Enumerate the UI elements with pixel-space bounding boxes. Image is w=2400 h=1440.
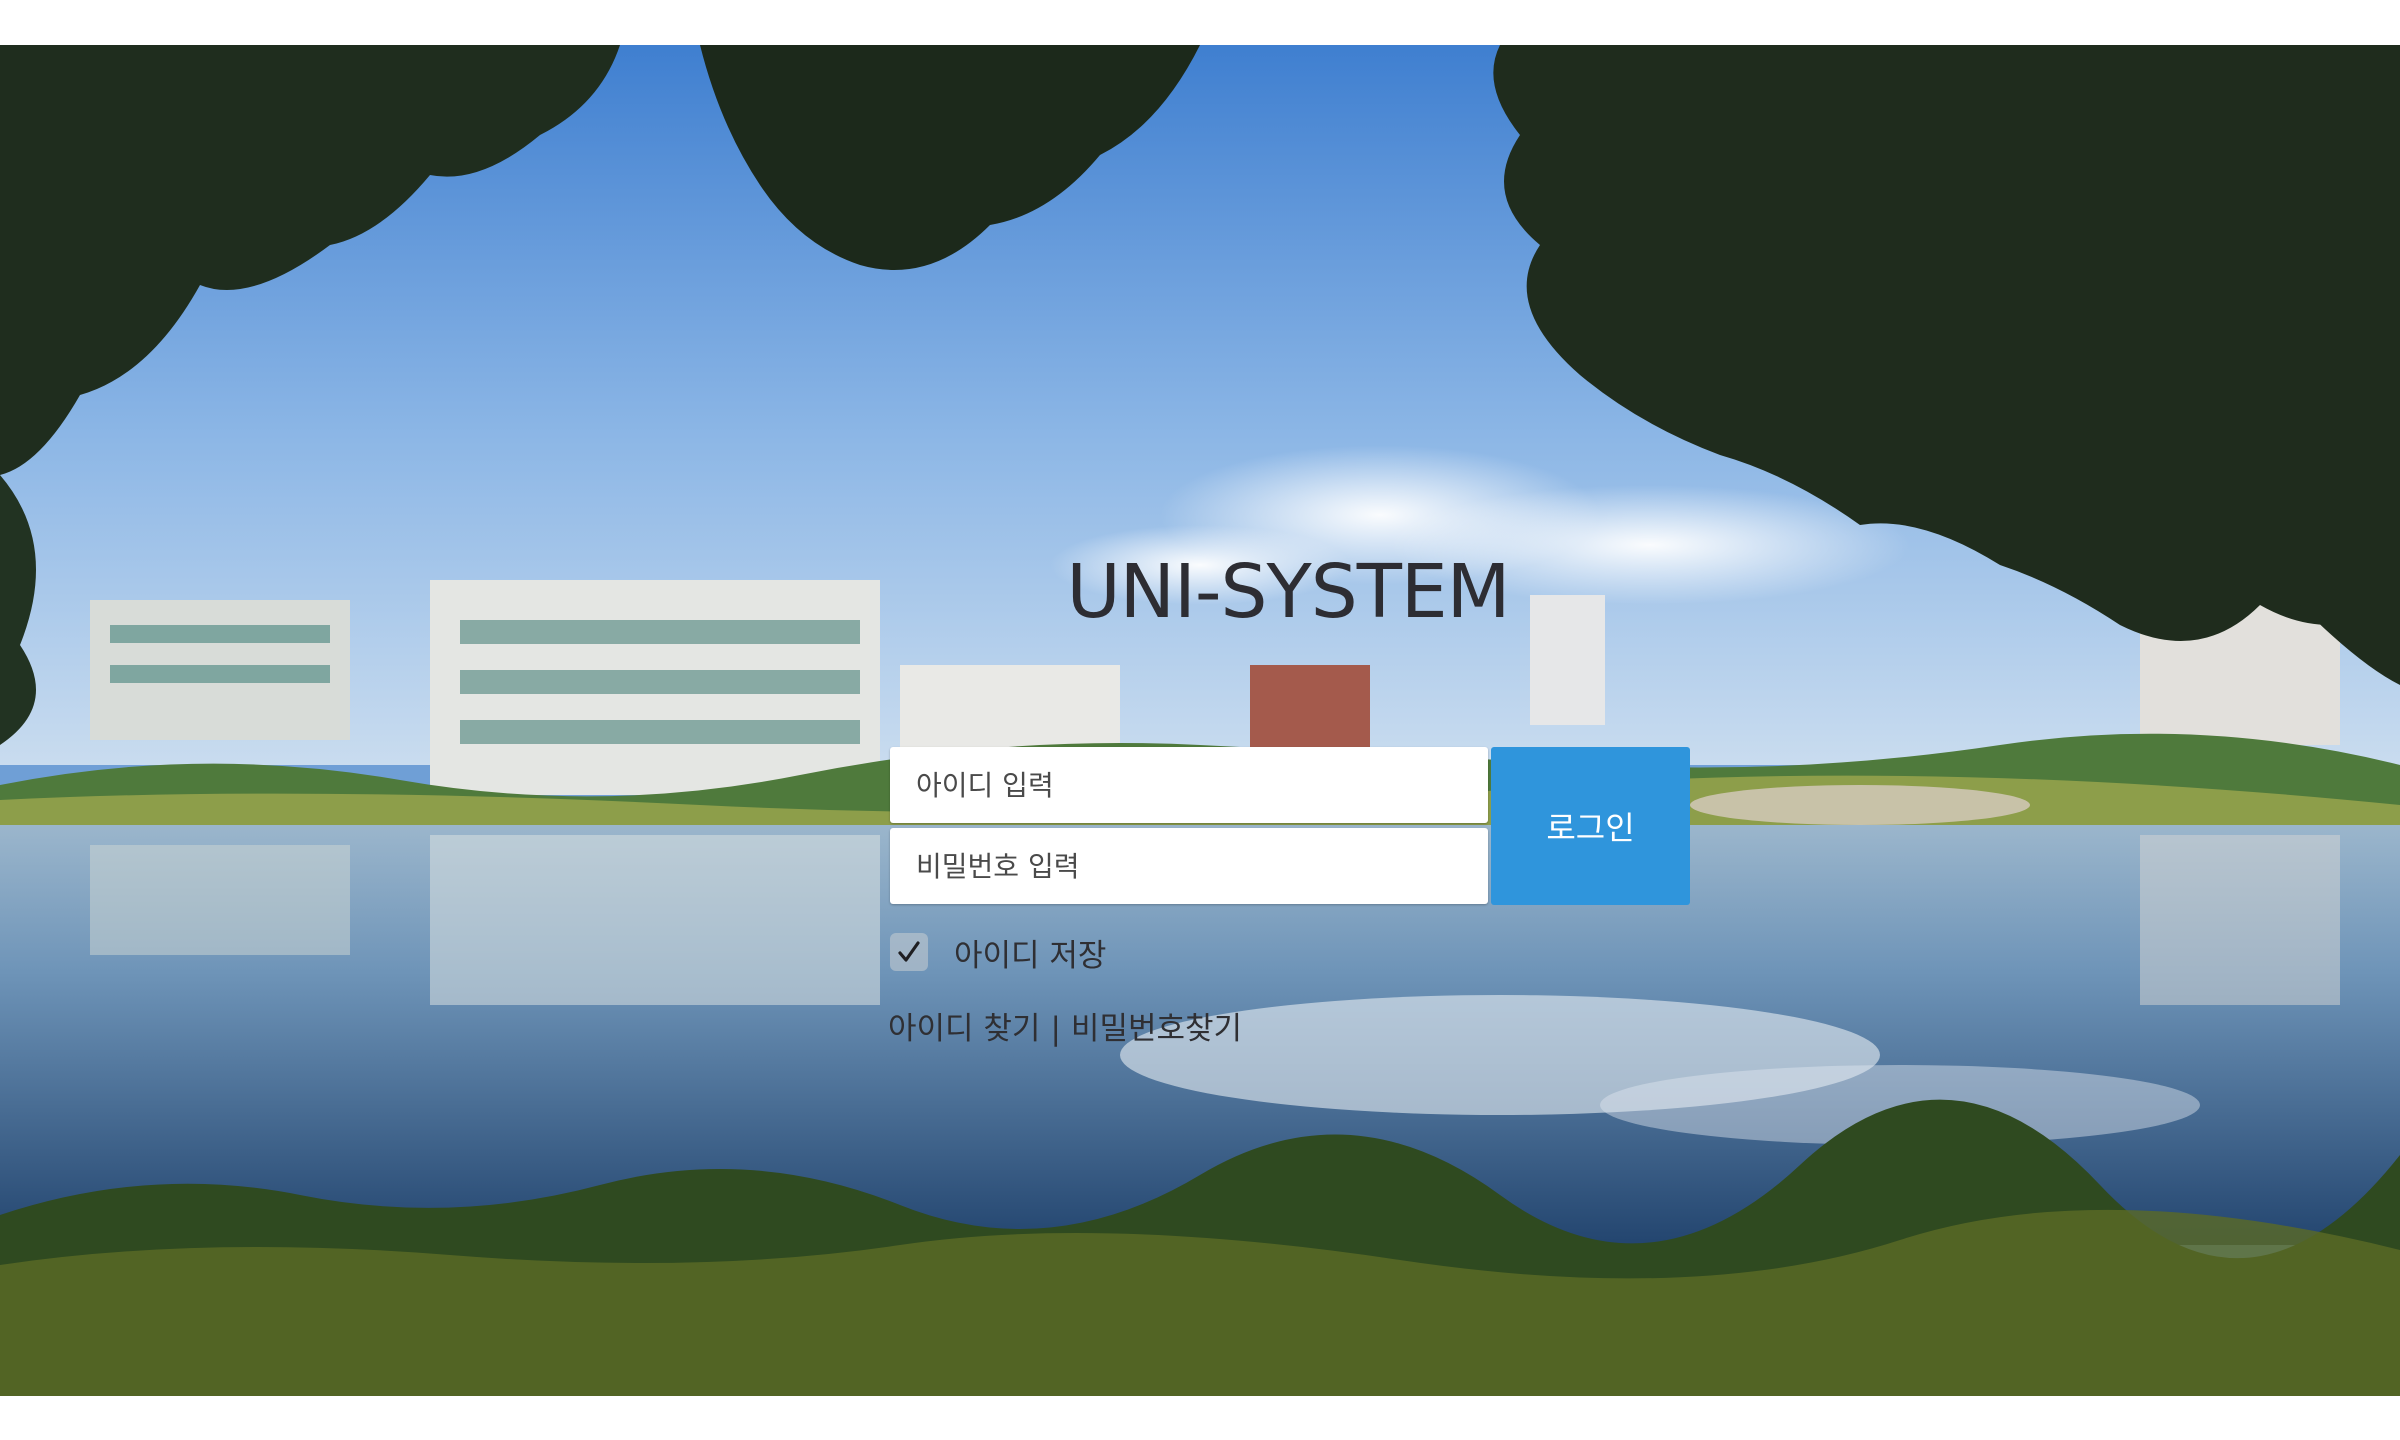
remember-id-row: 아이디 저장 [890, 930, 1106, 974]
find-password-link[interactable]: 비밀번호찾기 [1071, 1011, 1242, 1047]
remember-id-label[interactable]: 아이디 저장 [954, 930, 1106, 975]
login-form: 로그인 [890, 747, 1690, 907]
account-help-links: 아이디 찾기 | 비밀번호찾기 [888, 1003, 1242, 1048]
remember-id-checkbox[interactable] [890, 933, 928, 971]
password-input[interactable] [890, 828, 1488, 904]
link-separator: | [1050, 1011, 1061, 1047]
app-title: UNI-SYSTEM [1066, 549, 1511, 635]
find-id-link[interactable]: 아이디 찾기 [888, 1011, 1040, 1047]
login-button[interactable]: 로그인 [1491, 747, 1690, 905]
campus-background-image [0, 45, 2400, 1396]
login-page: UNI-SYSTEM 로그인 아이디 저장 아이디 찾기 | 비밀번호찾기 [0, 0, 2400, 1440]
user-id-input[interactable] [890, 747, 1488, 823]
check-icon [896, 939, 922, 965]
